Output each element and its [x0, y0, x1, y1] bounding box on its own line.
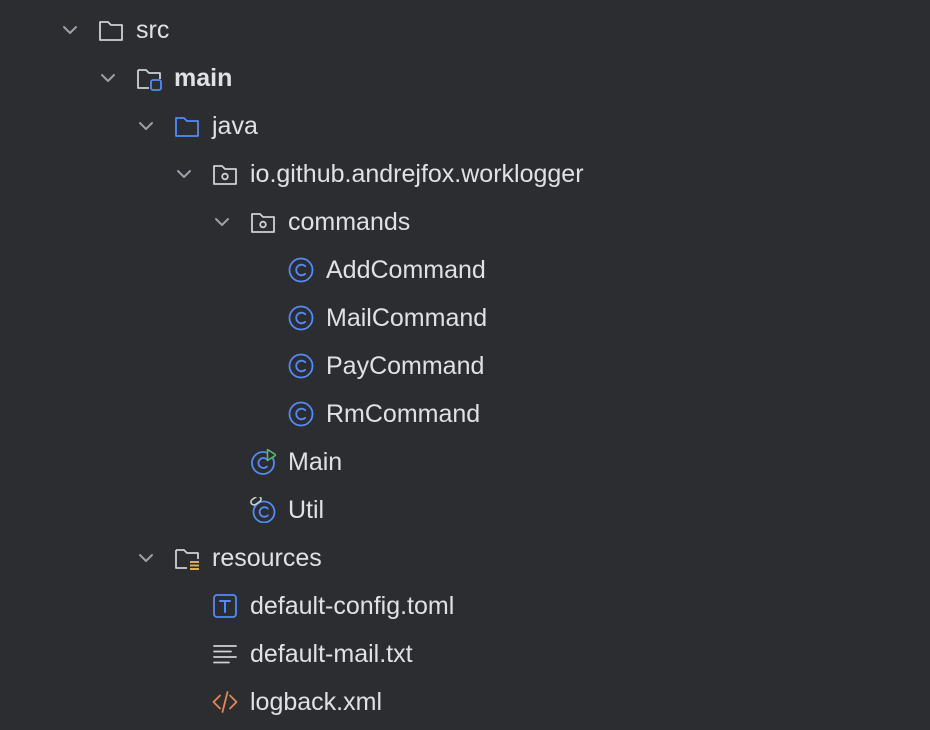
tree-node-label: commands [288, 208, 411, 236]
chevron-down-icon[interactable] [136, 548, 156, 568]
tree-node-default-config-toml[interactable]: default-config.toml [0, 582, 930, 630]
tree-node-label: logback.xml [250, 688, 382, 716]
tree-node-paycommand[interactable]: PayCommand [0, 342, 930, 390]
tree-node-commands[interactable]: commands [0, 198, 930, 246]
tree-node-util[interactable]: Util [0, 486, 930, 534]
tree-node-label: RmCommand [326, 400, 481, 428]
chevron-down-icon[interactable] [98, 68, 118, 88]
tree-node-main[interactable]: main [0, 54, 930, 102]
final-class-icon [250, 497, 276, 523]
package-icon [251, 213, 275, 233]
package-icon [213, 165, 237, 185]
tree-node-mailcommand[interactable]: MailCommand [0, 294, 930, 342]
class-icon [288, 257, 314, 283]
tree-node-package-worklogger[interactable]: io.github.andrejfox.worklogger [0, 150, 930, 198]
class-icon [288, 401, 314, 427]
class-icon [288, 353, 314, 379]
tree-node-label: AddCommand [326, 256, 486, 284]
text-file-icon [213, 645, 237, 664]
tree-node-label: io.github.andrejfox.worklogger [250, 160, 584, 188]
toml-file-icon [213, 594, 237, 618]
tree-node-main-class[interactable]: Main [0, 438, 930, 486]
tree-node-label: java [212, 112, 258, 140]
tree-node-label: default-mail.txt [250, 640, 413, 668]
chevron-down-icon[interactable] [174, 164, 194, 184]
tree-node-label: PayCommand [326, 352, 485, 380]
tree-node-addcommand[interactable]: AddCommand [0, 246, 930, 294]
tree-node-rmcommand[interactable]: RmCommand [0, 390, 930, 438]
class-icon [288, 305, 314, 331]
tree-node-java[interactable]: java [0, 102, 930, 150]
tree-node-label: src [136, 16, 170, 44]
source-root-folder-icon [137, 69, 162, 91]
tree-node-label: MailCommand [326, 304, 488, 332]
chevron-down-icon[interactable] [136, 116, 156, 136]
project-tree: src main java io.github.andrejfox.worklo… [0, 6, 930, 726]
tree-node-label: default-config.toml [250, 592, 455, 620]
tree-node-default-mail-txt[interactable]: default-mail.txt [0, 630, 930, 678]
tree-node-label: resources [212, 544, 322, 572]
runnable-class-icon [251, 449, 276, 475]
xml-file-icon [212, 691, 238, 713]
chevron-down-icon[interactable] [60, 20, 80, 40]
sources-folder-icon [175, 117, 199, 137]
chevron-down-icon[interactable] [212, 212, 232, 232]
tree-node-src[interactable]: src [0, 6, 930, 54]
resources-folder-icon [175, 549, 199, 570]
tree-node-logback-xml[interactable]: logback.xml [0, 678, 930, 726]
tree-node-label: main [174, 64, 233, 92]
tree-node-label: Util [288, 496, 325, 524]
tree-node-resources[interactable]: resources [0, 534, 930, 582]
tree-node-label: Main [288, 448, 343, 476]
folder-icon [99, 21, 123, 41]
